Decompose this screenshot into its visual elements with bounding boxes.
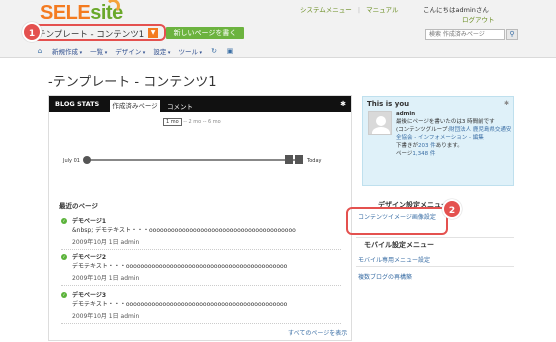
mobile-menu-heading: モバイル設定メニュー	[364, 241, 434, 249]
pages-label: ページ	[396, 151, 413, 157]
timeline-line	[87, 159, 303, 161]
search-input[interactable]	[425, 29, 505, 40]
rebuild-blogs-link[interactable]: 複数ブログの再構築	[358, 272, 412, 281]
highlight-box-design-link	[346, 207, 448, 235]
tab-created-pages[interactable]: 作成済みページ	[110, 100, 160, 112]
main-menu: ⌂ 新規作成 一覧 デザイン 設定 ツール ↻ ▣	[36, 46, 234, 56]
post-meta: 2009年10月 1日 admin	[72, 313, 140, 320]
nav-separator: |	[357, 6, 361, 14]
callout-badge-2: 2	[442, 199, 462, 219]
period-selector: 1 mo -- 2 mo -- 6 mo	[163, 118, 221, 126]
post-meta: 2009年10月 1日 admin	[72, 239, 140, 246]
list-item: ✓ デモページ1 &nbsp; デモテキスト・・・ooooooooooooooo…	[61, 216, 341, 250]
drafts-label: 下書きが	[396, 143, 419, 149]
widget-settings-icon[interactable]: ✱	[340, 100, 346, 108]
blog-stats-header: BLOG STATS 作成済みページ コメント ✱	[49, 96, 351, 112]
user-name: admin	[396, 111, 416, 117]
divider	[356, 266, 514, 267]
post-excerpt: デモテキスト・・・ooooooooooooooooooooooooooooooo…	[72, 263, 288, 270]
timeline-marker	[83, 156, 91, 164]
this-is-you-heading: This is you	[367, 100, 410, 108]
divider	[356, 237, 514, 238]
post-excerpt: &nbsp; デモテキスト・・・oooooooooooooooooooooooo…	[72, 227, 296, 234]
post-title-link[interactable]: デモページ2	[72, 252, 106, 261]
page-title: -テンプレート - コンテンツ1	[48, 75, 217, 90]
drafts-count-link[interactable]: 203 件	[418, 143, 436, 149]
list-item: ✓ デモページ2 デモテキスト・・・oooooooooooooooooooooo…	[61, 252, 341, 286]
tab-comments[interactable]: コメント	[167, 101, 193, 111]
menu-design[interactable]: デザイン	[115, 46, 145, 56]
menu-settings[interactable]: 設定	[153, 46, 170, 56]
timeline-marker	[295, 155, 303, 164]
logo-text-sele: SELE	[40, 2, 91, 24]
stats-timeline: July 01 Today	[63, 146, 339, 176]
period-1mo[interactable]: 1 mo	[163, 118, 182, 126]
menu-list[interactable]: 一覧	[90, 46, 107, 56]
period-other[interactable]: -- 2 mo -- 6 mo	[182, 119, 220, 125]
timeline-start-label: July 01	[63, 158, 80, 164]
panel-settings-icon[interactable]: ✱	[504, 100, 509, 107]
timeline-marker	[285, 155, 293, 164]
recent-pages-heading: 最近のページ	[59, 202, 98, 210]
published-check-icon: ✓	[61, 218, 67, 224]
mobile-menu-settings-link[interactable]: モバイル専用メニュー設定	[358, 255, 430, 264]
published-check-icon: ✓	[61, 292, 67, 298]
this-is-you-panel: This is you ✱ admin 最後にページを書いたのは3 時間前です …	[362, 96, 514, 186]
system-menu-link[interactable]: システムメニュー	[300, 6, 352, 14]
logout-link[interactable]: ログアウト	[462, 14, 495, 24]
blog-stats-widget: BLOG STATS 作成済みページ コメント ✱ 1 mo -- 2 mo -…	[48, 95, 352, 341]
post-title-link[interactable]: デモページ1	[72, 216, 106, 225]
callout-badge-1: 1	[22, 22, 42, 42]
seesite-logo[interactable]: SELEsite	[40, 0, 123, 24]
user-summary: admin 最後にページを書いたのは3 時間前です (コンテンツグループ:財団法…	[396, 110, 512, 158]
menu-tools[interactable]: ツール	[178, 46, 202, 56]
blog-stats-heading: BLOG STATS	[55, 100, 100, 108]
pages-count-link[interactable]: 1,348 件	[412, 151, 435, 157]
post-excerpt: デモテキスト・・・ooooooooooooooooooooooooooooooo…	[72, 301, 288, 308]
view-all-pages-link[interactable]: すべてのページを表示	[288, 328, 347, 337]
home-icon[interactable]: ⌂	[36, 47, 44, 55]
user-greeting: こんにちはadminさん	[423, 6, 489, 14]
last-post-text: 最後にページを書いたのは3 時間前です	[396, 119, 495, 125]
menu-new[interactable]: 新規作成	[52, 46, 82, 56]
new-page-button[interactable]: 新しいページを書く	[166, 27, 244, 39]
magnifier-icon[interactable]: ⚲	[506, 29, 518, 40]
refresh-icon[interactable]: ↻	[210, 47, 218, 55]
post-meta: 2009年10月 1日 admin	[72, 275, 140, 282]
timeline-end-label: Today	[307, 158, 322, 164]
view-site-icon[interactable]: ▣	[226, 47, 234, 55]
list-item: ✓ デモページ3 デモテキスト・・・oooooooooooooooooooooo…	[61, 290, 341, 324]
post-title-link[interactable]: デモページ3	[72, 290, 106, 299]
top-navigation: システムメニュー | マニュアル	[300, 4, 402, 14]
published-check-icon: ✓	[61, 254, 67, 260]
drafts-suffix: あります。	[435, 143, 463, 149]
manual-link[interactable]: マニュアル	[366, 6, 398, 14]
avatar[interactable]	[368, 111, 392, 135]
highlight-box-blog-title	[28, 24, 166, 41]
group-label: (コンテンツグループ:	[396, 127, 450, 133]
